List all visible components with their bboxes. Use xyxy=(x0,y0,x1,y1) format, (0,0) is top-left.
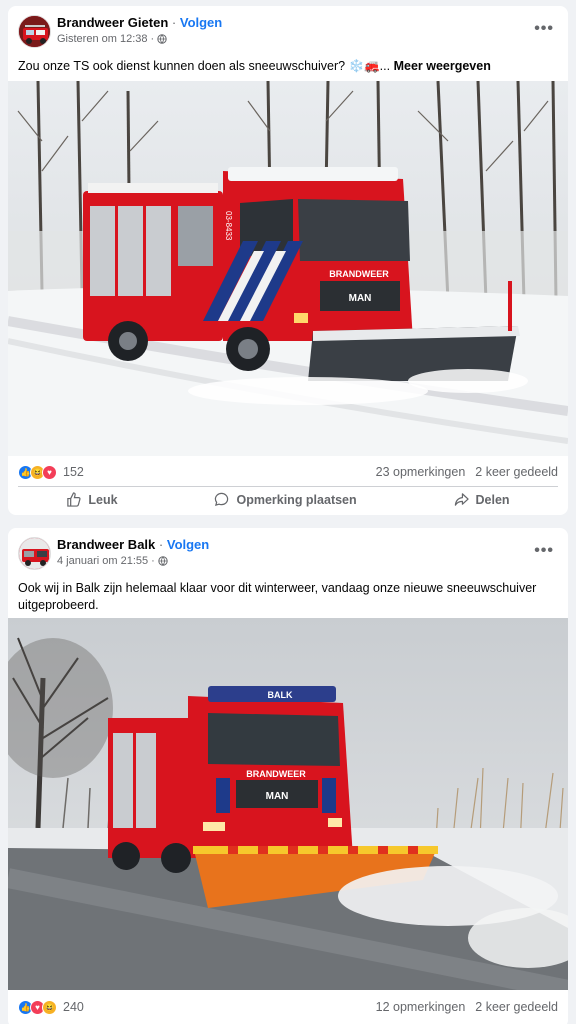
comment-label: Opmerking plaatsen xyxy=(236,492,357,507)
post-meta: Gisteren om 12:38 · xyxy=(57,33,167,45)
post-text: Zou onze TS ook dienst kunnen doen als s… xyxy=(8,58,568,75)
author-name[interactable]: Brandweer Balk xyxy=(57,537,155,552)
thumbs-up-icon xyxy=(67,492,81,507)
truck-brand-label: BRANDWEER xyxy=(246,769,306,779)
post-card: Brandweer Gieten · Volgen Gisteren om 12… xyxy=(8,6,568,515)
avatar[interactable] xyxy=(18,15,51,48)
globe-icon xyxy=(158,556,168,566)
post-stats: 👍 ♥ 😆 240 12 opmerkingen 2 keer gedeeld xyxy=(8,993,568,1021)
comment-button[interactable]: Opmerking plaatsen xyxy=(214,492,357,507)
post-actions: Leuk Opmerking plaatsen Delen xyxy=(18,486,558,512)
more-options-icon[interactable]: ••• xyxy=(534,542,554,560)
separator: · xyxy=(171,15,177,30)
follow-button[interactable]: Volgen xyxy=(167,537,209,552)
shares-count[interactable]: 2 keer gedeeld xyxy=(475,1000,558,1014)
see-more-link[interactable]: Meer weergeven xyxy=(394,59,491,73)
comment-bubble-icon xyxy=(215,492,229,507)
post-stats: 👍 😆 ♥ 152 23 opmerkingen 2 keer gedeeld xyxy=(8,458,568,486)
like-button[interactable]: Leuk xyxy=(66,492,118,507)
share-arrow-icon xyxy=(454,493,469,506)
shares-count[interactable]: 2 keer gedeeld xyxy=(475,465,558,479)
post-header: Brandweer Balk · Volgen 4 januari om 21:… xyxy=(8,528,568,580)
avatar[interactable] xyxy=(18,537,51,570)
post-body: Ook wij in Balk zijn helemaal klaar voor… xyxy=(18,581,537,612)
reactions[interactable]: 👍 ♥ 😆 240 xyxy=(18,999,84,1015)
separator: · xyxy=(151,555,155,567)
author-line: Brandweer Balk · Volgen xyxy=(57,537,209,552)
reactions[interactable]: 👍 😆 ♥ 152 xyxy=(18,464,84,480)
truck-brand-label: BRANDWEER xyxy=(329,269,389,279)
engagement-stats: 12 opmerkingen 2 keer gedeeld xyxy=(376,1000,558,1014)
comments-count[interactable]: 12 opmerkingen xyxy=(376,1000,466,1014)
engagement-stats: 23 opmerkingen 2 keer gedeeld xyxy=(376,465,558,479)
truck-make-label: MAN xyxy=(266,791,289,802)
post-header: Brandweer Gieten · Volgen Gisteren om 12… xyxy=(8,6,568,58)
truck-roof-label: BALK xyxy=(268,690,293,700)
reaction-count[interactable]: 240 xyxy=(63,1000,84,1014)
globe-icon xyxy=(157,34,167,44)
more-options-icon[interactable]: ••• xyxy=(534,20,554,38)
timestamp[interactable]: 4 januari om 21:55 xyxy=(57,555,148,567)
timestamp[interactable]: Gisteren om 12:38 xyxy=(57,33,148,45)
separator: · xyxy=(158,537,164,552)
reaction-count[interactable]: 152 xyxy=(63,465,84,479)
post-body: Zou onze TS ook dienst kunnen doen als s… xyxy=(18,59,391,73)
author-line: Brandweer Gieten · Volgen xyxy=(57,15,222,30)
post-meta: 4 januari om 21:55 · xyxy=(57,555,168,567)
haha-reaction-icon: 😆 xyxy=(42,999,57,1015)
share-label: Delen xyxy=(475,492,510,507)
post-card: Brandweer Balk · Volgen 4 januari om 21:… xyxy=(8,528,568,1024)
comments-count[interactable]: 23 opmerkingen xyxy=(376,465,466,479)
post-photo[interactable]: BALK BRANDWEER MAN xyxy=(8,618,568,990)
share-button[interactable]: Delen xyxy=(454,492,510,507)
separator: · xyxy=(150,33,155,45)
follow-button[interactable]: Volgen xyxy=(180,15,222,30)
post-text: Ook wij in Balk zijn helemaal klaar voor… xyxy=(8,580,568,614)
love-reaction-icon: ♥ xyxy=(42,464,57,480)
author-name[interactable]: Brandweer Gieten xyxy=(57,15,168,30)
truck-make-label: MAN xyxy=(349,293,372,304)
truck-code-label: 03-8433 xyxy=(224,211,233,241)
like-label: Leuk xyxy=(88,492,118,507)
post-photo[interactable]: BRANDWEER 03-8433 MAN xyxy=(8,81,568,456)
